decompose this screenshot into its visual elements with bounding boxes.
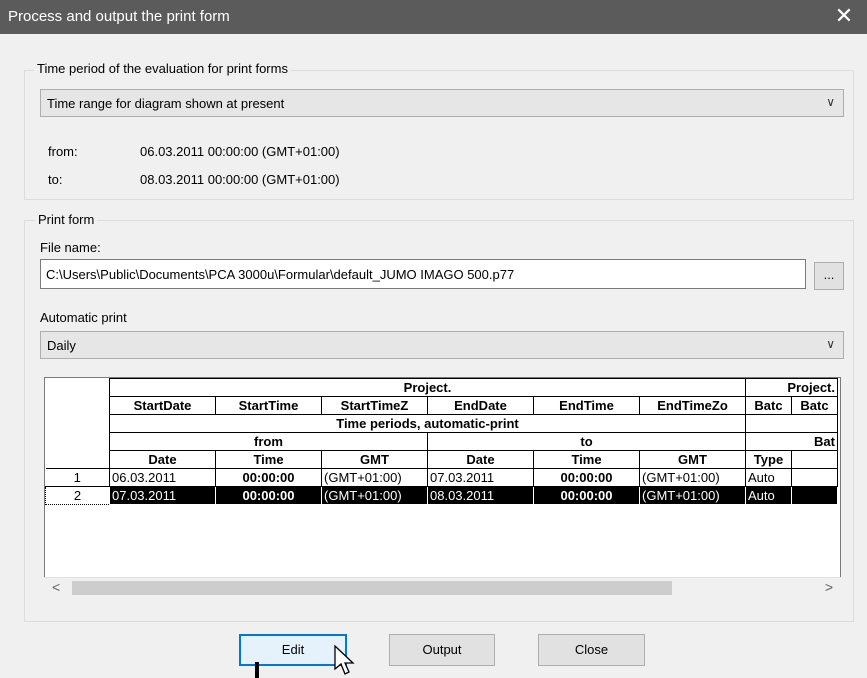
row-number[interactable]: 1	[45, 468, 110, 487]
grid-cell[interactable]	[791, 486, 838, 505]
print-form-legend: Print form	[35, 212, 98, 227]
edit-label: Edit	[281, 642, 305, 657]
file-name-value: C:\Users\Public\Documents\PCA 3000u\Form…	[46, 267, 515, 282]
table-row-selected[interactable]: 2 07.03.2011 00:00:00 (GMT+01:00) 08.03.…	[45, 486, 838, 505]
bat-header: Bat	[745, 432, 838, 451]
file-name-label: File name:	[40, 240, 101, 255]
browse-label: ...	[823, 267, 835, 282]
col-header[interactable]: StartTimeZ	[321, 396, 428, 415]
sub-header: Time	[215, 450, 322, 469]
time-range-dropdown[interactable]: Time range for diagram shown at present …	[40, 89, 844, 117]
col-header[interactable]: Batc	[745, 396, 792, 415]
automatic-print-dropdown[interactable]: Daily ∨	[40, 331, 844, 359]
section-header: Time periods, automatic-print	[109, 414, 746, 433]
output-button[interactable]: Output	[389, 634, 495, 666]
grid-corner	[45, 378, 110, 469]
scroll-left-icon[interactable]: <	[52, 579, 60, 595]
window-title: Process and output the print form	[8, 8, 230, 25]
close-label: Close	[574, 642, 609, 657]
grid-cell[interactable]: 00:00:00	[215, 468, 322, 487]
output-label: Output	[422, 642, 462, 657]
horizontal-scrollbar[interactable]: < >	[44, 577, 841, 597]
text-cursor-bar	[255, 662, 259, 678]
title-bar: Process and output the print form ✕	[0, 0, 867, 34]
mouse-pointer-icon	[334, 645, 355, 675]
from-label: from:	[48, 144, 78, 159]
chevron-down-icon: ∨	[826, 337, 835, 351]
scroll-right-icon[interactable]: >	[825, 579, 833, 595]
project-group-header: Project.	[109, 378, 746, 397]
section-header-blank	[745, 414, 838, 433]
scrollbar-thumb[interactable]	[72, 581, 672, 595]
grid-cell[interactable]: 07.03.2011	[427, 468, 534, 487]
grid-cell[interactable]: 00:00:00	[533, 468, 640, 487]
grid-cell[interactable]: (GMT+01:00)	[639, 468, 746, 487]
grid-cell[interactable]	[791, 468, 838, 487]
grid-cell[interactable]: (GMT+01:00)	[321, 486, 428, 505]
sub-header-blank	[791, 450, 838, 469]
close-button[interactable]: Close	[538, 634, 645, 666]
sub-header: Time	[533, 450, 640, 469]
col-header[interactable]: EndTime	[533, 396, 640, 415]
grid-cell[interactable]: 07.03.2011	[109, 486, 216, 505]
time-range-value: Time range for diagram shown at present	[47, 96, 285, 111]
row-number[interactable]: 2	[45, 486, 110, 505]
time-periods-grid[interactable]: Project. Project. StartDate StartTime St…	[44, 377, 841, 586]
browse-button[interactable]: ...	[814, 262, 844, 290]
table-row[interactable]: 1 06.03.2011 00:00:00 (GMT+01:00) 07.03.…	[45, 468, 838, 487]
grid-cell[interactable]: (GMT+01:00)	[321, 468, 428, 487]
grid-cell[interactable]: 00:00:00	[215, 486, 322, 505]
to-header: to	[427, 432, 746, 451]
file-name-field[interactable]: C:\Users\Public\Documents\PCA 3000u\Form…	[40, 259, 806, 289]
grid-cell[interactable]: 08.03.2011	[427, 486, 534, 505]
grid-cell[interactable]: Auto	[745, 468, 792, 487]
sub-header: GMT	[321, 450, 428, 469]
from-header: from	[109, 432, 428, 451]
sub-header: Type	[745, 450, 792, 469]
automatic-print-label: Automatic print	[40, 310, 127, 325]
automatic-print-value: Daily	[47, 338, 76, 353]
grid-cell[interactable]: (GMT+01:00)	[639, 486, 746, 505]
col-header[interactable]: EndTimeZo	[639, 396, 746, 415]
sub-header: GMT	[639, 450, 746, 469]
grid-table: Project. Project. StartDate StartTime St…	[45, 378, 838, 505]
sub-header: Date	[427, 450, 534, 469]
close-icon[interactable]: ✕	[821, 0, 867, 34]
to-label: to:	[48, 172, 63, 187]
col-header[interactable]: StartDate	[109, 396, 216, 415]
project-group-header-2: Project.	[745, 378, 838, 397]
col-header[interactable]: StartTime	[215, 396, 322, 415]
sub-header: Date	[109, 450, 216, 469]
grid-cell[interactable]: 00:00:00	[533, 486, 640, 505]
to-value: 08.03.2011 00:00:00 (GMT+01:00)	[140, 172, 340, 187]
grid-cell[interactable]: Auto	[745, 486, 792, 505]
col-header[interactable]: Batc	[791, 396, 838, 415]
chevron-down-icon: ∨	[826, 95, 835, 109]
col-header[interactable]: EndDate	[427, 396, 534, 415]
time-period-legend: Time period of the evaluation for print …	[34, 61, 291, 76]
grid-cell[interactable]: 06.03.2011	[109, 468, 216, 487]
from-value: 06.03.2011 00:00:00 (GMT+01:00)	[140, 144, 340, 159]
